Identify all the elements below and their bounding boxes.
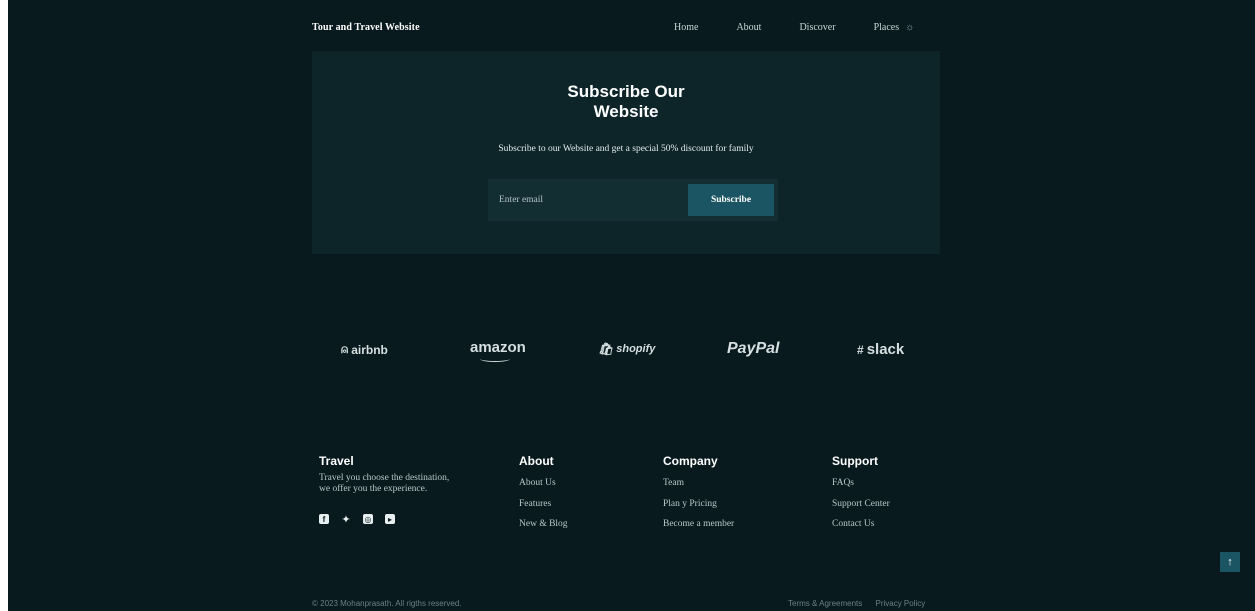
brand-slack-label: slack [866,341,905,358]
brand-slack: # slack [857,341,904,358]
sun-icon[interactable]: ☼ [905,22,914,33]
footer-link-support-center[interactable]: Support Center [832,494,890,515]
copyright: © 2023 Mohanprasath. All rigths reserved… [312,599,462,608]
site-logo[interactable]: Tour and Travel Website [312,22,420,33]
brand-airbnb: ⍝ airbnb [341,342,388,357]
footer-link-team[interactable]: Team [663,473,734,494]
footer-company: Company Team Plan y Pricing Become a mem… [663,454,734,535]
header: Tour and Travel Website Home About Disco… [312,14,952,40]
footer-link-features[interactable]: Features [519,494,568,515]
nav-discover[interactable]: Discover [799,22,835,33]
footer-company-title: Company [663,454,718,468]
nav-about[interactable]: About [736,22,761,33]
nav-home[interactable]: Home [674,22,698,33]
nav-places[interactable]: Places [874,22,900,33]
scroll-top-button[interactable]: ↑ [1220,552,1240,572]
brand-shopify-label: shopify [616,343,656,355]
arrow-up-icon: ↑ [1227,556,1233,568]
brand-paypal: PayPal [727,340,779,358]
terms-link[interactable]: Terms & Agreements [788,599,862,608]
footer-link-about-us[interactable]: About Us [519,473,568,494]
footer-link-faqs[interactable]: FAQs [832,473,890,494]
brand-airbnb-label: airbnb [351,342,388,357]
subscribe-section: Subscribe Our Website Subscribe to our W… [312,51,940,254]
facebook-icon[interactable]: f [319,514,329,524]
footer-link-pricing[interactable]: Plan y Pricing [663,494,734,515]
subscribe-form: Subscribe [488,179,778,221]
footer-support: Support FAQs Support Center Contact Us [832,454,890,535]
footer-about-title: About [519,454,554,468]
footer-travel: Travel Travel you choose the destination… [319,454,459,526]
footer-about: About About Us Features New & Blog [519,454,568,535]
subscribe-title: Subscribe Our Website [567,82,685,121]
airbnb-icon: ⍝ [341,342,349,356]
footer-support-title: Support [832,454,878,468]
main-nav: Home About Discover Places ☼ [674,14,914,40]
brand-shopify: 🛍 shopify [598,342,655,356]
youtube-icon[interactable]: ▸ [385,514,395,524]
footer-link-member[interactable]: Become a member [663,514,734,535]
instagram-icon[interactable]: ◎ [363,514,373,524]
shopify-bag-icon: 🛍 [598,342,614,356]
footer-travel-description: Travel you choose the destination, we of… [319,473,450,494]
twitter-icon[interactable]: ✦ [341,514,351,526]
email-input[interactable] [488,179,688,221]
legal-links: Terms & Agreements Privacy Policy [788,599,936,608]
slack-hash-icon: # [857,342,864,357]
amazon-smile-icon [480,356,510,362]
brand-paypal-label: PayPal [727,340,780,357]
subscribe-description: Subscribe to our Website and get a speci… [498,144,754,154]
subscribe-button[interactable]: Subscribe [688,184,774,216]
brand-amazon-label: amazon [470,339,526,356]
footer-link-contact[interactable]: Contact Us [832,514,890,535]
footer-travel-title: Travel [319,454,354,468]
social-links: f ✦ ◎ ▸ [319,514,459,526]
footer-link-blog[interactable]: New & Blog [519,514,568,535]
brand-amazon: amazon [470,339,526,362]
privacy-link[interactable]: Privacy Policy [875,599,925,608]
